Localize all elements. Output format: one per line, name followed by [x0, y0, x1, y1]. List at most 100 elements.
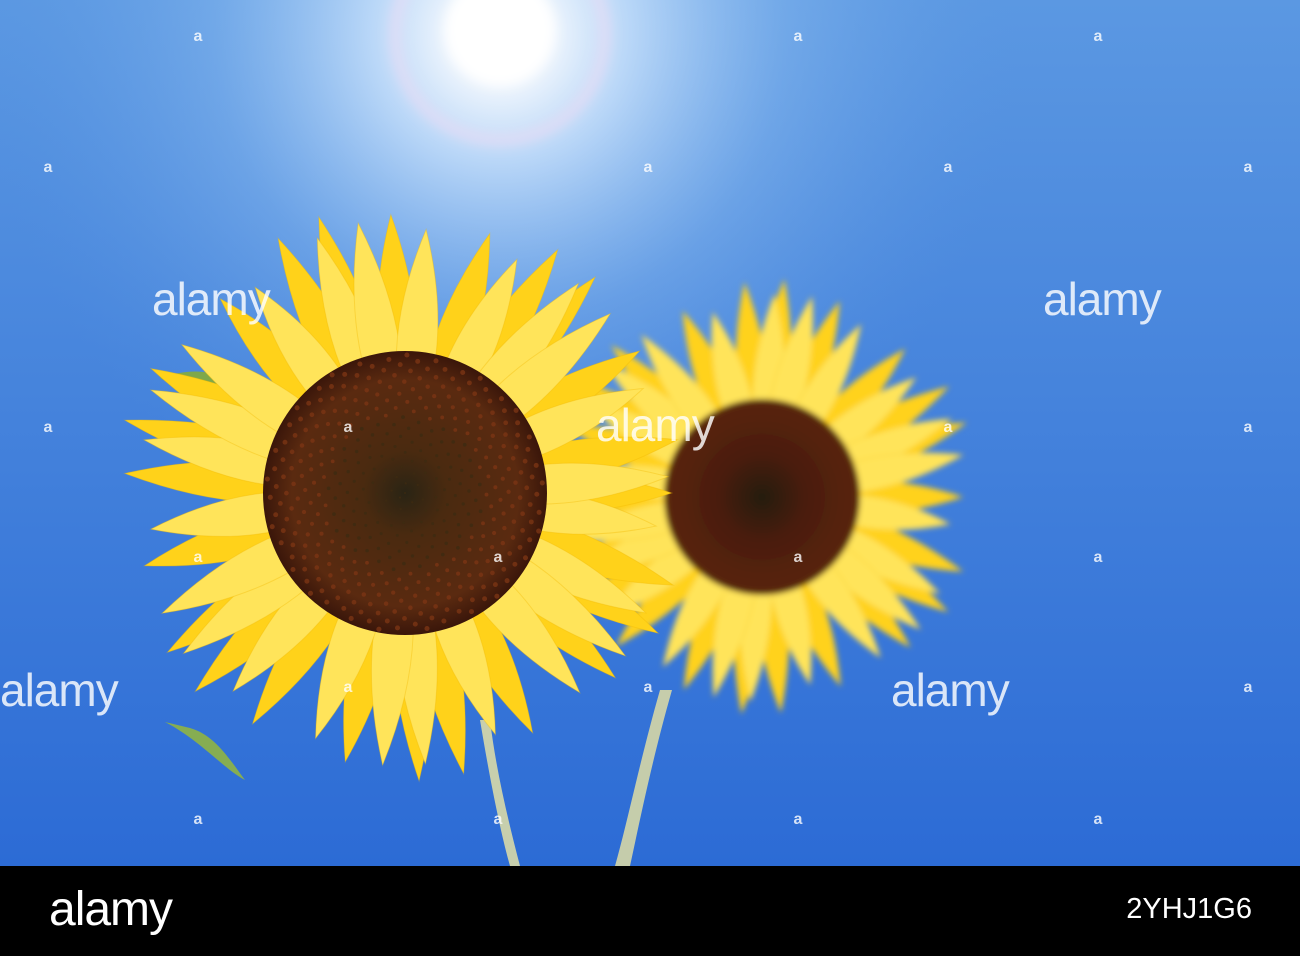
seed — [466, 419, 471, 424]
seed — [353, 548, 358, 552]
seed — [432, 393, 437, 399]
seed — [342, 371, 348, 377]
seed — [462, 442, 467, 447]
seed — [408, 571, 413, 576]
seed — [333, 496, 338, 500]
seed — [513, 407, 519, 413]
seed — [330, 584, 336, 590]
seed — [496, 555, 502, 561]
seed — [400, 465, 403, 469]
seed — [287, 422, 293, 428]
seed — [468, 458, 472, 463]
seed — [326, 486, 331, 491]
seed — [419, 449, 423, 453]
seed — [397, 362, 403, 368]
seed — [341, 504, 346, 508]
seed — [427, 486, 431, 489]
seed — [364, 401, 369, 406]
seed — [308, 500, 313, 505]
seed — [330, 539, 335, 544]
seed — [441, 618, 447, 624]
seed — [289, 449, 295, 455]
seed — [477, 482, 482, 487]
seed — [309, 521, 315, 526]
seed — [284, 516, 290, 522]
seed — [390, 489, 393, 492]
seed — [314, 553, 319, 559]
seed — [391, 590, 396, 595]
seed — [376, 521, 380, 524]
seed — [416, 580, 421, 585]
seed — [384, 499, 388, 503]
seed — [440, 415, 445, 420]
seed — [467, 547, 472, 552]
seed — [277, 500, 283, 506]
seed — [299, 443, 305, 448]
seed — [453, 416, 458, 421]
seed — [353, 398, 358, 403]
seed — [510, 503, 515, 509]
seed — [363, 511, 367, 515]
image-id: 2YHJ1G6 — [1126, 893, 1252, 925]
seed — [498, 497, 503, 502]
seed — [461, 397, 466, 402]
seed — [418, 564, 422, 569]
seed — [442, 519, 446, 523]
seed — [337, 421, 342, 426]
seed — [512, 561, 518, 567]
seed — [267, 494, 273, 500]
seed — [298, 416, 304, 422]
seed — [306, 400, 312, 406]
seed — [366, 618, 372, 624]
seed — [335, 595, 341, 601]
seed — [269, 524, 275, 530]
seed — [302, 543, 308, 548]
seed — [388, 555, 392, 560]
seed — [272, 466, 278, 472]
seed — [291, 481, 296, 487]
seed — [366, 375, 372, 381]
seed — [339, 556, 345, 561]
seed — [450, 376, 456, 382]
seed — [447, 477, 452, 481]
seed — [498, 454, 503, 460]
seed — [487, 398, 493, 404]
seed — [376, 626, 382, 632]
seed — [351, 599, 357, 605]
seed — [428, 416, 432, 421]
seed — [426, 572, 431, 577]
seed — [491, 422, 496, 427]
seed — [398, 496, 402, 499]
seed — [416, 483, 419, 487]
seed — [292, 433, 298, 438]
seed — [424, 471, 427, 475]
seed — [353, 385, 358, 390]
seed — [385, 432, 389, 436]
seed — [458, 482, 462, 486]
seed — [346, 469, 350, 474]
seed — [352, 509, 356, 513]
seed — [361, 471, 365, 475]
seed — [303, 427, 309, 433]
seed — [485, 558, 490, 564]
footer-bar: alamy 2YHJ1G6 — [0, 866, 1300, 956]
seed — [356, 438, 360, 442]
seed — [328, 573, 333, 578]
seed — [280, 457, 286, 463]
seed — [369, 363, 375, 369]
seed — [506, 489, 511, 494]
seed — [375, 610, 381, 616]
seed — [345, 490, 350, 495]
seed — [412, 472, 416, 475]
sunflower-photo — [0, 0, 1300, 866]
seed — [457, 584, 463, 590]
seed — [445, 503, 449, 507]
seed — [498, 396, 505, 402]
seed — [377, 509, 381, 513]
seed — [488, 444, 493, 449]
seed — [477, 436, 482, 442]
seed — [484, 492, 489, 497]
seed — [483, 387, 489, 392]
seed — [316, 542, 321, 547]
flower-disk — [664, 399, 860, 595]
